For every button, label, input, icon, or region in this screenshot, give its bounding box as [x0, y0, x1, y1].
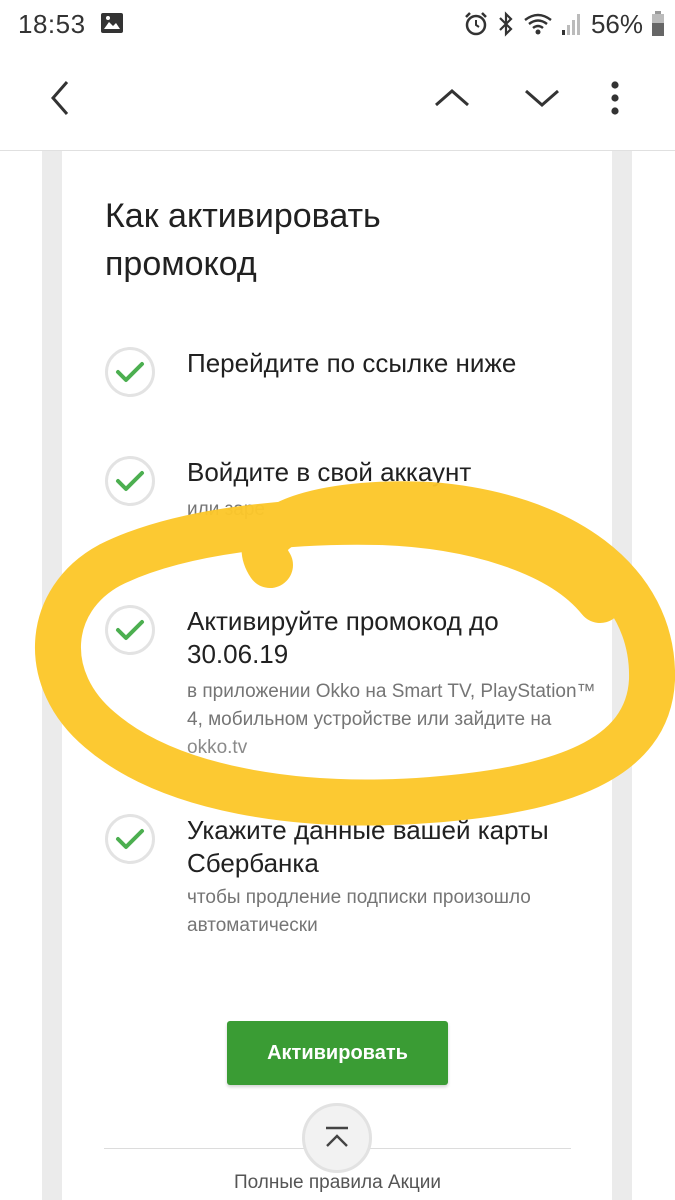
- alarm-icon: [463, 11, 489, 37]
- chevron-up-icon[interactable]: [424, 70, 480, 126]
- full-rules-link[interactable]: Полные правила Акции: [160, 1172, 515, 1194]
- check-circle-icon: [105, 814, 155, 864]
- step-description: чтобы продление подписки произошло автом…: [187, 887, 531, 936]
- step-description-text: в приложении Okko на Smart TV, PlayStati…: [187, 681, 596, 730]
- signal-icon: [561, 12, 583, 36]
- step-title: Укажите данные вашей карты Сбербанка: [187, 815, 549, 878]
- left-gutter: [42, 151, 62, 1200]
- status-bar: 18:53 56%: [0, 0, 675, 48]
- step-title: Войдите в свой аккаунт: [187, 457, 472, 487]
- status-time: 18:53: [18, 9, 86, 39]
- page-title: Как активировать промокод: [105, 197, 381, 283]
- step-description: или заре: [187, 499, 266, 520]
- step-title: Активируйте промокод до 30.06.19: [187, 606, 499, 669]
- back-arrow-icon[interactable]: [32, 70, 88, 126]
- more-vert-icon[interactable]: [587, 70, 643, 126]
- chevron-down-icon[interactable]: [514, 70, 570, 126]
- app-toolbar: [0, 48, 675, 151]
- check-circle-icon: [105, 456, 155, 506]
- right-gutter: [612, 151, 632, 1200]
- step-description: в приложении Okko на Smart TV, PlayStati…: [187, 678, 607, 762]
- step-title: Перейдите по ссылке ниже: [187, 348, 517, 378]
- battery-icon: [651, 11, 665, 37]
- okko-link[interactable]: okko.tv: [187, 737, 247, 758]
- status-icons: 56%: [463, 8, 665, 40]
- check-circle-icon: [105, 347, 155, 397]
- battery-percent: 56%: [590, 8, 643, 39]
- wifi-icon: [523, 12, 553, 36]
- activate-button[interactable]: Активировать: [227, 1021, 448, 1085]
- scroll-to-top-button[interactable]: [302, 1103, 372, 1173]
- gallery-icon: [100, 12, 124, 39]
- check-circle-icon: [105, 605, 155, 655]
- scroll-up-icon: [326, 1126, 348, 1147]
- bluetooth-icon: [497, 11, 515, 37]
